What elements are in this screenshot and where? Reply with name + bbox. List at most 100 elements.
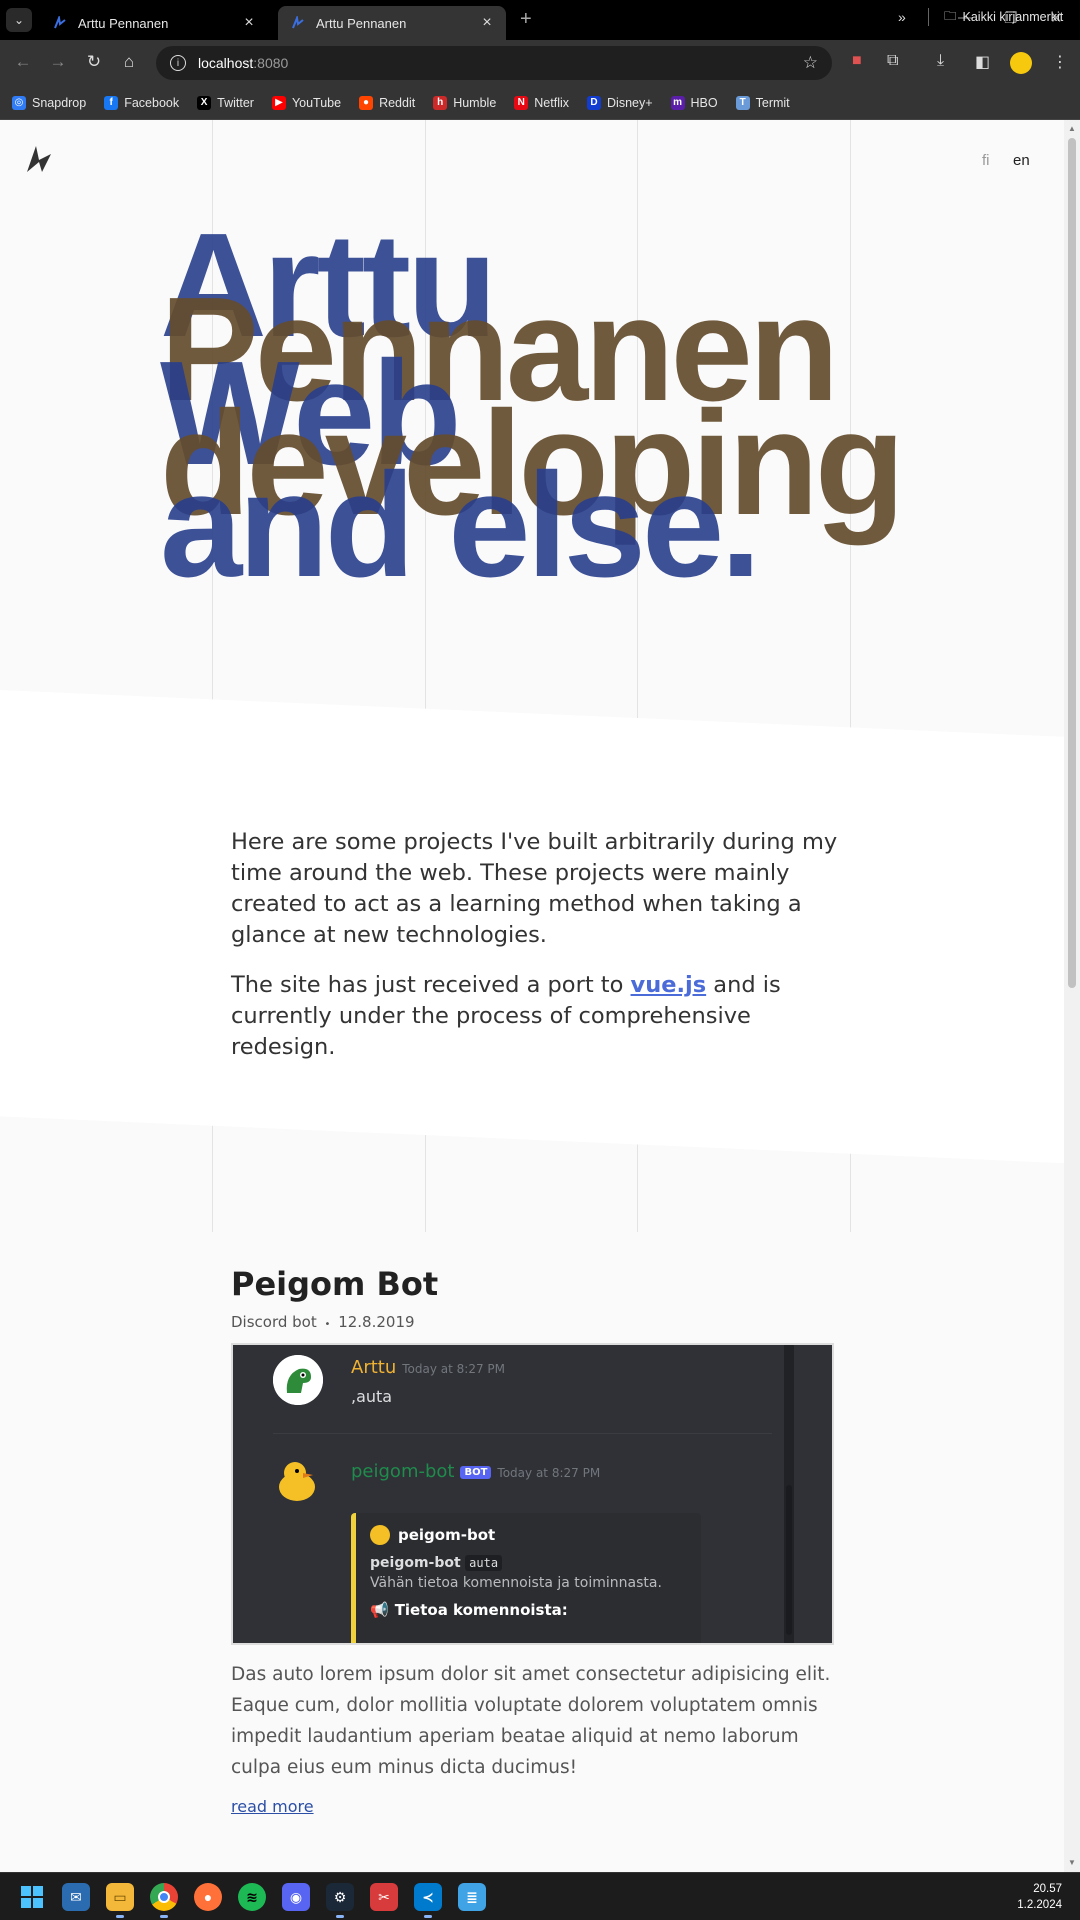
discord-user1-name: Arttu	[351, 1357, 397, 1378]
profile-avatar[interactable]	[1010, 52, 1032, 74]
more-bookmarks-icon[interactable]: »	[898, 9, 906, 25]
side-panel-icon[interactable]: ◧	[975, 52, 990, 72]
bookmark-label: HBO	[690, 95, 718, 110]
discord-user2-time: Today at 8:27 PM	[497, 1466, 601, 1480]
bookmark-label: YouTube	[291, 95, 342, 110]
bookmark-youtube[interactable]: ▶ YouTube	[271, 95, 342, 110]
discord-user1-time: Today at 8:27 PM	[402, 1362, 505, 1376]
embed-command-bot: peigom-bot	[370, 1555, 461, 1571]
embed-field-title: Tietoa komennoista:	[394, 1601, 568, 1619]
read-more-link[interactable]: read more	[231, 1797, 314, 1816]
embed-author-name: peigom-bot	[398, 1526, 496, 1544]
discord-username-2: peigom-bot BOT Today at 8:27 PM	[351, 1461, 600, 1482]
discord-username-1: Arttu Today at 8:27 PM	[351, 1357, 505, 1378]
bookmark-star-icon[interactable]: ☆	[803, 53, 818, 73]
intro-text: Here are some projects I've built arbitr…	[231, 827, 841, 1082]
file-explorer-icon[interactable]: ▭	[106, 1883, 134, 1911]
project-card: Peigom Bot Discord bot • 12.8.2019 Arttu…	[231, 1265, 834, 1817]
download-icon[interactable]: ⤓	[937, 52, 944, 70]
intro-paragraph-1: Here are some projects I've built arbitr…	[231, 829, 838, 948]
page-scrollbar[interactable]: ▲ ▼	[1064, 120, 1080, 1872]
bookmark-snapdrop[interactable]: ◎ Snapdrop	[12, 95, 86, 110]
embed-command-line: peigom-bot auta	[370, 1555, 687, 1571]
notepad-icon[interactable]: ≣	[458, 1883, 486, 1911]
bookmark-disney-[interactable]: D Disney+	[587, 95, 653, 110]
bookmark-humble[interactable]: h Humble	[433, 95, 497, 110]
bookmarks-divider	[928, 8, 929, 26]
snipping-tool-icon[interactable]: ✂	[370, 1883, 398, 1911]
tab-title: Arttu Pennanen	[316, 15, 407, 31]
bot-badge: BOT	[460, 1465, 492, 1479]
bookmark-label: Humble	[453, 95, 497, 110]
windows-start-icon[interactable]	[18, 1883, 46, 1911]
tab-search-button[interactable]: ⌄	[6, 8, 32, 32]
scroll-down-icon[interactable]: ▼	[1068, 1858, 1076, 1867]
steam-icon[interactable]: ⚙	[326, 1883, 354, 1911]
tab-bar: ⌄ Arttu Pennanen × Arttu Pennanen × + — …	[0, 0, 1080, 40]
firefox-icon[interactable]: ●	[194, 1883, 222, 1911]
megaphone-icon: 📢	[370, 1601, 389, 1619]
site-info-icon[interactable]: i	[170, 55, 186, 71]
discord-user2-name: peigom-bot	[351, 1461, 455, 1482]
scroll-thumb[interactable]	[1068, 138, 1076, 988]
scroll-up-icon[interactable]: ▲	[1068, 124, 1076, 133]
hbo-icon: m	[670, 95, 685, 110]
home-icon[interactable]: ⌂	[118, 52, 140, 72]
tab-2[interactable]: Arttu Pennanen ×	[278, 6, 506, 40]
extension-badge-icon[interactable]: ■	[852, 52, 862, 70]
chrome-icon[interactable]	[150, 1883, 178, 1911]
duck-small-icon	[370, 1525, 390, 1545]
project-description: Das auto lorem ipsum dolor sit amet cons…	[231, 1664, 831, 1778]
intro-paragraph-2: The site has just received a port to vue…	[231, 970, 841, 1063]
close-icon[interactable]: ×	[478, 14, 496, 32]
project-meta: Discord bot • 12.8.2019	[231, 1313, 834, 1331]
tab-1[interactable]: Arttu Pennanen ×	[40, 6, 268, 40]
lang-en-link[interactable]: en	[1013, 152, 1030, 169]
discord-divider	[273, 1433, 772, 1434]
forward-icon[interactable]: →	[47, 52, 69, 72]
project-screenshot: Arttu Today at 8:27 PM ,auta peigom-bot BO…	[231, 1343, 834, 1645]
url-port: :8080	[253, 55, 289, 71]
site-logo-icon[interactable]	[24, 142, 54, 176]
site-favicon-icon	[52, 15, 68, 31]
bookmark-twitter[interactable]: X Twitter	[197, 95, 254, 110]
youtube-icon: ▶	[271, 95, 286, 110]
address-bar[interactable]: i localhost:8080 ☆	[156, 46, 832, 80]
browser-toolbar: ← → ↻ ⌂ i localhost:8080 ☆ ■ ⧉ ⤓ ◧ ⋮	[0, 40, 1080, 86]
reload-icon[interactable]: ↻	[83, 52, 105, 72]
bookmark-netflix[interactable]: N Netflix	[514, 95, 569, 110]
twitter-x-icon: X	[197, 95, 212, 110]
embed-field: 📢 Tietoa komennoista:	[370, 1601, 687, 1619]
os-taskbar: ✉ ▭ ● ≋ ◉ ⚙ ✂ ≺ ≣ 20.57 1.2.2024	[0, 1872, 1080, 1920]
bookmark-hbo[interactable]: m HBO	[670, 95, 718, 110]
bookmark-facebook[interactable]: f Facebook	[104, 95, 180, 110]
bookmark-label: Facebook	[124, 95, 180, 110]
bookmark-reddit[interactable]: ● Reddit	[359, 95, 415, 110]
lang-fi-link[interactable]: fi	[982, 152, 990, 169]
active-indicator	[424, 1915, 432, 1918]
hero-line-and-else: and else.	[160, 443, 761, 608]
embed-command: auta	[465, 1555, 503, 1571]
url-host: localhost	[198, 55, 254, 71]
discord-embed: peigom-bot peigom-bot auta Vähän tietoa …	[351, 1513, 701, 1643]
close-icon[interactable]: ×	[240, 14, 258, 32]
discord-icon[interactable]: ◉	[282, 1883, 310, 1911]
all-bookmarks-button[interactable]: 🗀 Kaikki kirjanmerkit	[944, 0, 1063, 34]
facebook-icon: f	[104, 95, 119, 110]
snapdrop-icon: ◎	[12, 95, 26, 110]
vscode-icon[interactable]: ≺	[414, 1883, 442, 1911]
vuejs-link[interactable]: vue.js	[631, 972, 707, 998]
active-indicator	[116, 1915, 124, 1918]
discord-message-1: ,auta	[351, 1387, 393, 1406]
new-tab-icon[interactable]: +	[520, 8, 532, 31]
tab-title: Arttu Pennanen	[78, 15, 169, 31]
system-clock[interactable]: 20.57 1.2.2024	[1017, 1881, 1062, 1913]
project-title: Peigom Bot	[231, 1265, 439, 1303]
back-icon[interactable]: ←	[12, 52, 34, 72]
extensions-icon[interactable]: ⧉	[887, 52, 898, 70]
bookmark-termit[interactable]: T Termit	[735, 95, 790, 110]
meta-separator: •	[324, 1319, 331, 1330]
spotify-icon[interactable]: ≋	[238, 1883, 266, 1911]
menu-icon[interactable]: ⋮	[1052, 52, 1068, 72]
mail-app-icon[interactable]: ✉	[62, 1883, 90, 1911]
